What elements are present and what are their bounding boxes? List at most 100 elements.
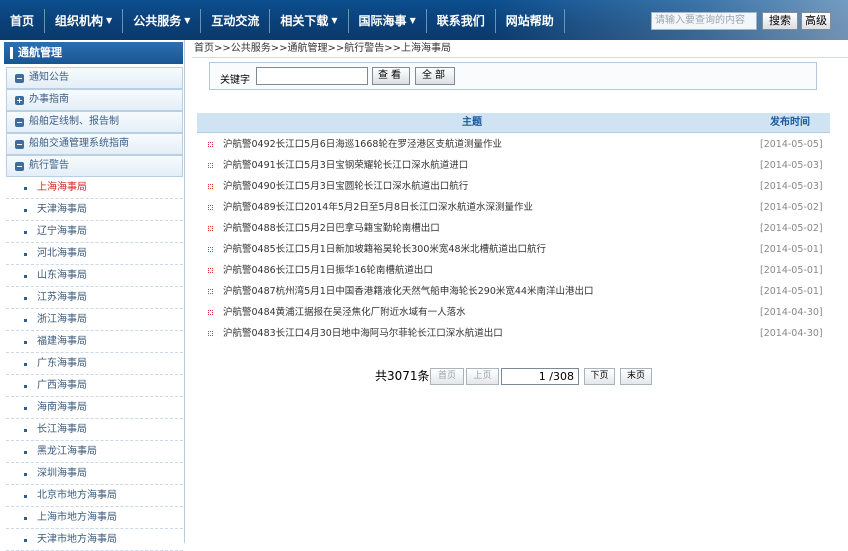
warning-title-link[interactable]: 沪航警0488长江口5月2日巴拿马籍宝勤轮南槽出口	[223, 218, 440, 239]
nav-item-label: 网站帮助	[505, 14, 554, 28]
warning-title-link[interactable]: 沪航警0491长江口5月3日宝钢荣耀轮长江口深水航道进口	[223, 155, 468, 176]
sidebar-subitem-label: 河北海事局	[37, 248, 87, 259]
warning-title-link[interactable]: 沪航警0483长江口4月30日地中海阿马尔菲轮长江口深水航道出口	[223, 323, 503, 344]
warning-title-link[interactable]: 沪航警0484黄浦江据报在吴泾焦化厂附近水域有一人落水	[223, 302, 466, 323]
publish-date: [2014-05-02]	[760, 223, 823, 234]
sidebar-title: 通航管理	[4, 42, 183, 64]
bullet-icon	[208, 331, 213, 336]
sidebar-category[interactable]: − 航行警告	[6, 155, 183, 177]
dropdown-caret-icon: ▼	[409, 16, 416, 25]
publish-date: [2014-05-01]	[760, 244, 823, 255]
bullet-icon	[208, 205, 213, 210]
site-search-input[interactable]: 请输入要查询的内容	[651, 12, 757, 30]
collapse-icon: −	[15, 140, 24, 149]
all-button[interactable]: 全部	[415, 67, 455, 85]
sidebar-subitem-label: 黑龙江海事局	[37, 446, 97, 457]
sidebar-subitem-label: 福建海事局	[37, 336, 87, 347]
sidebar-subitem[interactable]: 上海海事局	[6, 177, 183, 199]
search-button[interactable]: 搜索	[762, 12, 798, 30]
sidebar-subitem[interactable]: 河北海事局	[6, 243, 183, 265]
nav-item-5[interactable]: 国际海事 ▼	[349, 9, 427, 33]
keyword-input[interactable]	[256, 67, 368, 85]
first-page-button[interactable]: 首页	[430, 368, 464, 385]
bullet-icon	[208, 247, 213, 252]
bullet-icon	[24, 231, 27, 234]
sidebar-category[interactable]: − 船舶交通管理系统指南	[6, 133, 183, 155]
title-bar-icon	[10, 47, 13, 59]
bullet-icon	[24, 429, 27, 432]
nav-item-3[interactable]: 互动交流	[201, 9, 271, 33]
sidebar-subitem[interactable]: 福建海事局	[6, 331, 183, 353]
publish-date: [2014-05-03]	[760, 181, 823, 192]
warning-title-link[interactable]: 沪航警0492长江口5月6日海巡1668轮在罗泾港区支航道测量作业	[223, 134, 502, 155]
sidebar-category[interactable]: + 办事指南	[6, 89, 183, 111]
bullet-icon	[24, 473, 27, 476]
bullet-icon	[24, 319, 27, 322]
bullet-icon	[24, 517, 27, 520]
sidebar-category-label: 船舶定线制、报告制	[29, 116, 119, 127]
nav-item-1[interactable]: 组织机构 ▼	[45, 9, 124, 33]
sidebar-category[interactable]: − 船舶定线制、报告制	[6, 111, 183, 133]
next-page-button[interactable]: 下页	[584, 368, 615, 385]
sidebar-subitem[interactable]: 天津海事局	[6, 199, 183, 221]
view-button[interactable]: 查看	[372, 67, 410, 85]
table-row: 沪航警0490长江口5月3日宝圆轮长江口深水航道出口航行 [2014-05-03]	[197, 176, 830, 197]
bullet-icon	[24, 209, 27, 212]
table-row: 沪航警0487杭州湾5月1日中国香港籍液化天然气船申海轮长290米宽44米南洋山…	[197, 281, 830, 302]
nav-item-4[interactable]: 相关下载 ▼	[270, 9, 349, 33]
sidebar-subitem[interactable]: 长江海事局	[6, 419, 183, 441]
dropdown-caret-icon: ▼	[184, 16, 191, 25]
warning-title-link[interactable]: 沪航警0487杭州湾5月1日中国香港籍液化天然气船申海轮长290米宽44米南洋山…	[223, 281, 594, 302]
sidebar-subitem-label: 上海市地方海事局	[37, 512, 117, 523]
nav-item-label: 国际海事	[358, 14, 407, 28]
bullet-icon	[208, 142, 213, 147]
bullet-icon	[208, 163, 213, 168]
warning-title-link[interactable]: 沪航警0489长江口2014年5月2日至5月8日长江口深水航道水深测量作业	[223, 197, 533, 218]
sidebar-title-text: 通航管理	[18, 46, 62, 59]
prev-page-button[interactable]: 上页	[466, 368, 499, 385]
publish-date: [2014-05-02]	[760, 202, 823, 213]
bullet-icon	[208, 268, 213, 273]
sidebar-subitem-label: 北京市地方海事局	[37, 490, 117, 501]
warning-title-link[interactable]: 沪航警0486长江口5月1日振华16轮南槽航道出口	[223, 260, 433, 281]
sidebar-menu: − 通知公告 + 办事指南 − 船舶定线制、报告制 − 船舶交通管理系统指南 − 航行警告 上海海事…	[6, 67, 183, 551]
nav-item-2[interactable]: 公共服务 ▼	[123, 9, 202, 33]
sidebar-subitem[interactable]: 辽宁海事局	[6, 221, 183, 243]
sidebar-subitem[interactable]: 广东海事局	[6, 353, 183, 375]
warning-title-link[interactable]: 沪航警0485长江口5月1日新加坡籍裕昊轮长300米宽48米北槽航道出口航行	[223, 239, 546, 260]
sidebar-subitem[interactable]: 深圳海事局	[6, 463, 183, 485]
sidebar-subitem[interactable]: 海南海事局	[6, 397, 183, 419]
sidebar-subitem-label: 天津市地方海事局	[37, 534, 117, 545]
publish-date: [2014-05-01]	[760, 265, 823, 276]
table-row: 沪航警0484黄浦江据报在吴泾焦化厂附近水域有一人落水 [2014-04-30]	[197, 302, 830, 323]
collapse-icon: −	[15, 162, 24, 171]
sidebar-subitem[interactable]: 浙江海事局	[6, 309, 183, 331]
sidebar-category-label: 航行警告	[29, 160, 69, 171]
sidebar-subitem[interactable]: 山东海事局	[6, 265, 183, 287]
advanced-search-button[interactable]: 高级	[801, 12, 831, 30]
bullet-icon	[24, 275, 27, 278]
sidebar-subitem[interactable]: 黑龙江海事局	[6, 441, 183, 463]
page-number-input[interactable]: 1 /308	[501, 368, 579, 385]
sidebar-subitem[interactable]: 江苏海事局	[6, 287, 183, 309]
nav-item-0[interactable]: 首页	[0, 9, 46, 33]
nav-item-7[interactable]: 网站帮助	[496, 9, 565, 33]
sidebar-subitem[interactable]: 北京市地方海事局	[6, 485, 183, 507]
bullet-icon	[208, 289, 213, 294]
sidebar-subitem[interactable]: 上海市地方海事局	[6, 507, 183, 529]
bullet-icon	[24, 495, 27, 498]
warning-list: 沪航警0492长江口5月6日海巡1668轮在罗泾港区支航道测量作业 [2014-0…	[197, 134, 830, 344]
last-page-button[interactable]: 末页	[620, 368, 652, 385]
bullet-icon	[24, 253, 27, 256]
top-navigation-bar: 首页 组织机构 ▼ 公共服务 ▼ 互动交流 相关下载 ▼ 国际海事 ▼ 联系我们 网站帮助 请输入要查…	[0, 0, 848, 40]
nav-item-6[interactable]: 联系我们	[427, 9, 496, 33]
sidebar-category[interactable]: − 通知公告	[6, 67, 183, 89]
table-row: 沪航警0485长江口5月1日新加坡籍裕昊轮长300米宽48米北槽航道出口航行 [2…	[197, 239, 830, 260]
warning-title-link[interactable]: 沪航警0490长江口5月3日宝圆轮长江口深水航道出口航行	[223, 176, 468, 197]
sidebar-subitem-label: 山东海事局	[37, 270, 87, 281]
bullet-icon	[24, 297, 27, 300]
sidebar-subitem[interactable]: 天津市地方海事局	[6, 529, 183, 551]
sidebar-subitem-label: 浙江海事局	[37, 314, 87, 325]
sidebar-subitem-label: 天津海事局	[37, 204, 87, 215]
sidebar-subitem[interactable]: 广西海事局	[6, 375, 183, 397]
